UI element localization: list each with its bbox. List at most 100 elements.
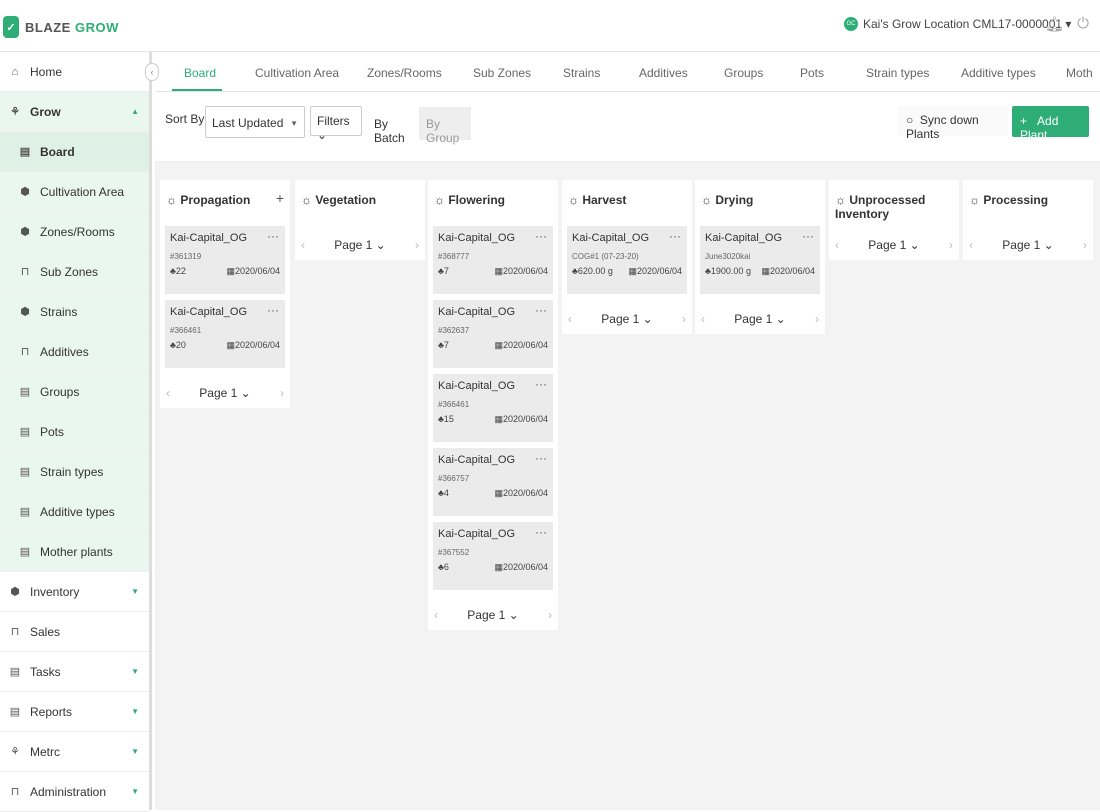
next-page-icon[interactable]: › (415, 238, 419, 252)
batch-card[interactable]: Kai-Capital_OG ··· COG#1 (07-23-20) ♣620.00… (567, 226, 687, 294)
tab-additives[interactable]: Additives (639, 66, 688, 80)
tab-strains[interactable]: Strains (563, 66, 600, 80)
tab-strain-types[interactable]: Strain types (866, 66, 929, 80)
sidebar-item-sub-zones[interactable]: ⊓ Sub Zones (0, 252, 149, 292)
batch-card[interactable]: Kai-Capital_OG ··· #366757 ♣4 ▦2020/06/04 (433, 448, 553, 516)
sort-select[interactable]: Last Updated ▼ (205, 106, 305, 138)
prev-page-icon[interactable]: ‹ (969, 238, 973, 252)
sync-label: Sync down Plants (906, 113, 979, 141)
batch-card[interactable]: Kai-Capital_OG ··· #361319 ♣22 ▦2020/06/04 (165, 226, 285, 294)
batch-id: #368777 (438, 252, 470, 261)
batch-card[interactable]: Kai-Capital_OG ··· #362637 ♣7 ▦2020/06/04 (433, 300, 553, 368)
prev-page-icon[interactable]: ‹ (434, 608, 438, 622)
tab-mother-plants[interactable]: Moth (1066, 66, 1093, 80)
page-selector[interactable]: Page 1 ⌄ (868, 238, 919, 252)
add-plant-button[interactable]: + Add Plant (1012, 106, 1089, 142)
prev-page-icon[interactable]: ‹ (166, 386, 170, 400)
sidebar-item-groups[interactable]: ▤ Groups (0, 372, 149, 412)
by-group-toggle[interactable]: By Group (419, 107, 471, 145)
more-options-icon[interactable]: ··· (535, 303, 547, 317)
prev-page-icon[interactable]: ‹ (835, 238, 839, 252)
sidebar-item-reports[interactable]: ▤ Reports ▼ (0, 692, 149, 732)
more-options-icon[interactable]: ··· (535, 229, 547, 243)
sidebar-item-metrc[interactable]: ⚘ Metrc ▼ (0, 732, 149, 772)
prev-page-icon[interactable]: ‹ (568, 312, 572, 326)
by-batch-toggle[interactable]: By Batch (367, 107, 419, 145)
tab-pots[interactable]: Pots (800, 66, 824, 80)
gear-icon: ☼ (701, 193, 712, 207)
location-avatar: GC (844, 17, 858, 31)
column-title: Vegetation (315, 193, 377, 207)
calendar-icon: ▦ (494, 266, 503, 276)
location-selector[interactable]: GC Kai's Grow Location CML17-0000001 ▾ (844, 17, 1071, 31)
more-options-icon[interactable]: ··· (267, 303, 279, 317)
sidebar-item-inventory[interactable]: ⬢ Inventory ▼ (0, 572, 149, 612)
tab-additive-types[interactable]: Additive types (961, 66, 1036, 80)
brand-logo[interactable]: ✓ BLAZE GROW (3, 16, 119, 38)
filters-button[interactable]: Filters ⌄ (310, 106, 362, 142)
chevron-down-icon: ▼ (131, 747, 139, 756)
grow-icon: ⚘ (10, 746, 20, 758)
batch-card[interactable]: Kai-Capital_OG ··· #367552 ♣6 ▦2020/06/04 (433, 522, 553, 590)
sidebar-item-strain-types[interactable]: ▤ Strain types (0, 452, 149, 492)
tab-zones-rooms[interactable]: Zones/Rooms (367, 66, 442, 80)
sidebar-item-home[interactable]: ⌂ Home (0, 52, 149, 92)
sidebar-item-mother-plants[interactable]: ▤ Mother plants (0, 532, 149, 572)
more-options-icon[interactable]: ··· (267, 229, 279, 243)
clipboard-icon: ▤ (19, 546, 31, 558)
sidebar-item-sales[interactable]: ⊓ Sales (0, 612, 149, 652)
sidebar-item-cultivation-area[interactable]: ⬢ Cultivation Area (0, 172, 149, 212)
page-selector[interactable]: Page 1 ⌄ (1002, 238, 1053, 252)
tab-cultivation-area[interactable]: Cultivation Area (255, 66, 339, 80)
chevron-down-icon: ⌄ (240, 386, 251, 400)
batch-card[interactable]: Kai-Capital_OG ··· #368777 ♣7 ▦2020/06/04 (433, 226, 553, 294)
column-header: ☼ Unprocessed Inventory (829, 180, 959, 224)
sidebar-item-additive-types[interactable]: ▤ Additive types (0, 492, 149, 532)
page-selector[interactable]: Page 1 ⌄ (199, 386, 250, 400)
sidebar-item-tasks[interactable]: ▤ Tasks ▼ (0, 652, 149, 692)
sidebar-item-administration[interactable]: ⊓ Administration ▼ (0, 772, 149, 812)
batch-card[interactable]: Kai-Capital_OG ··· #366461 ♣15 ▦2020/06/04 (433, 374, 553, 442)
batch-card[interactable]: Kai-Capital_OG ··· #366461 ♣20 ▦2020/06/04 (165, 300, 285, 368)
sidebar-item-strains[interactable]: ⬢ Strains (0, 292, 149, 332)
sidebar-item-zones-rooms[interactable]: ⬢ Zones/Rooms (0, 212, 149, 252)
page-selector[interactable]: Page 1 ⌄ (601, 312, 652, 326)
sidebar-item-grow[interactable]: ⚘ Grow ▲ (0, 92, 149, 132)
next-page-icon[interactable]: › (1083, 238, 1087, 252)
power-icon[interactable]: ⏻ (1075, 15, 1091, 33)
board-column: ☼ Processing ‹ Page 1 ⌄ › (963, 180, 1093, 260)
filters-label: Filters (317, 114, 350, 128)
gear-icon: ☼ (301, 193, 312, 207)
batch-card[interactable]: Kai-Capital_OG ··· June3020kai ♣1900.00 g ▦2… (700, 226, 820, 294)
sort-label: Sort By (165, 112, 205, 126)
sidebar-item-additives[interactable]: ⊓ Additives (0, 332, 149, 372)
more-options-icon[interactable]: ··· (535, 451, 547, 465)
page-selector[interactable]: Page 1 ⌄ (467, 608, 518, 622)
sync-down-plants-button[interactable]: ○ Sync down Plants (898, 106, 1008, 141)
sidebar-item-pots[interactable]: ▤ Pots (0, 412, 149, 452)
more-options-icon[interactable]: ··· (535, 525, 547, 539)
sidebar-item-board[interactable]: ▤ Board (0, 132, 149, 172)
next-page-icon[interactable]: › (548, 608, 552, 622)
next-page-icon[interactable]: › (280, 386, 284, 400)
calendar-icon: ▦ (494, 562, 503, 572)
page-selector[interactable]: Page 1 ⌄ (334, 238, 385, 252)
tab-sub-zones[interactable]: Sub Zones (473, 66, 531, 80)
page-selector[interactable]: Page 1 ⌄ (734, 312, 785, 326)
batch-id: #366461 (170, 326, 202, 335)
more-options-icon[interactable]: ··· (535, 377, 547, 391)
tab-groups[interactable]: Groups (724, 66, 763, 80)
sidebar-item-label: Additives (40, 344, 89, 359)
prev-page-icon[interactable]: ‹ (301, 238, 305, 252)
next-page-icon[interactable]: › (815, 312, 819, 326)
batch-name: Kai-Capital_OG (438, 528, 516, 540)
prev-page-icon[interactable]: ‹ (701, 312, 705, 326)
next-page-icon[interactable]: › (949, 238, 953, 252)
next-page-icon[interactable]: › (682, 312, 686, 326)
tab-board[interactable]: Board (184, 66, 216, 80)
more-options-icon[interactable]: ··· (669, 229, 681, 243)
bell-icon[interactable]: 🔔︎ (1045, 15, 1064, 33)
more-options-icon[interactable]: ··· (802, 229, 814, 243)
add-batch-button[interactable]: + (276, 190, 284, 206)
sidebar-item-label: Reports (30, 704, 73, 719)
